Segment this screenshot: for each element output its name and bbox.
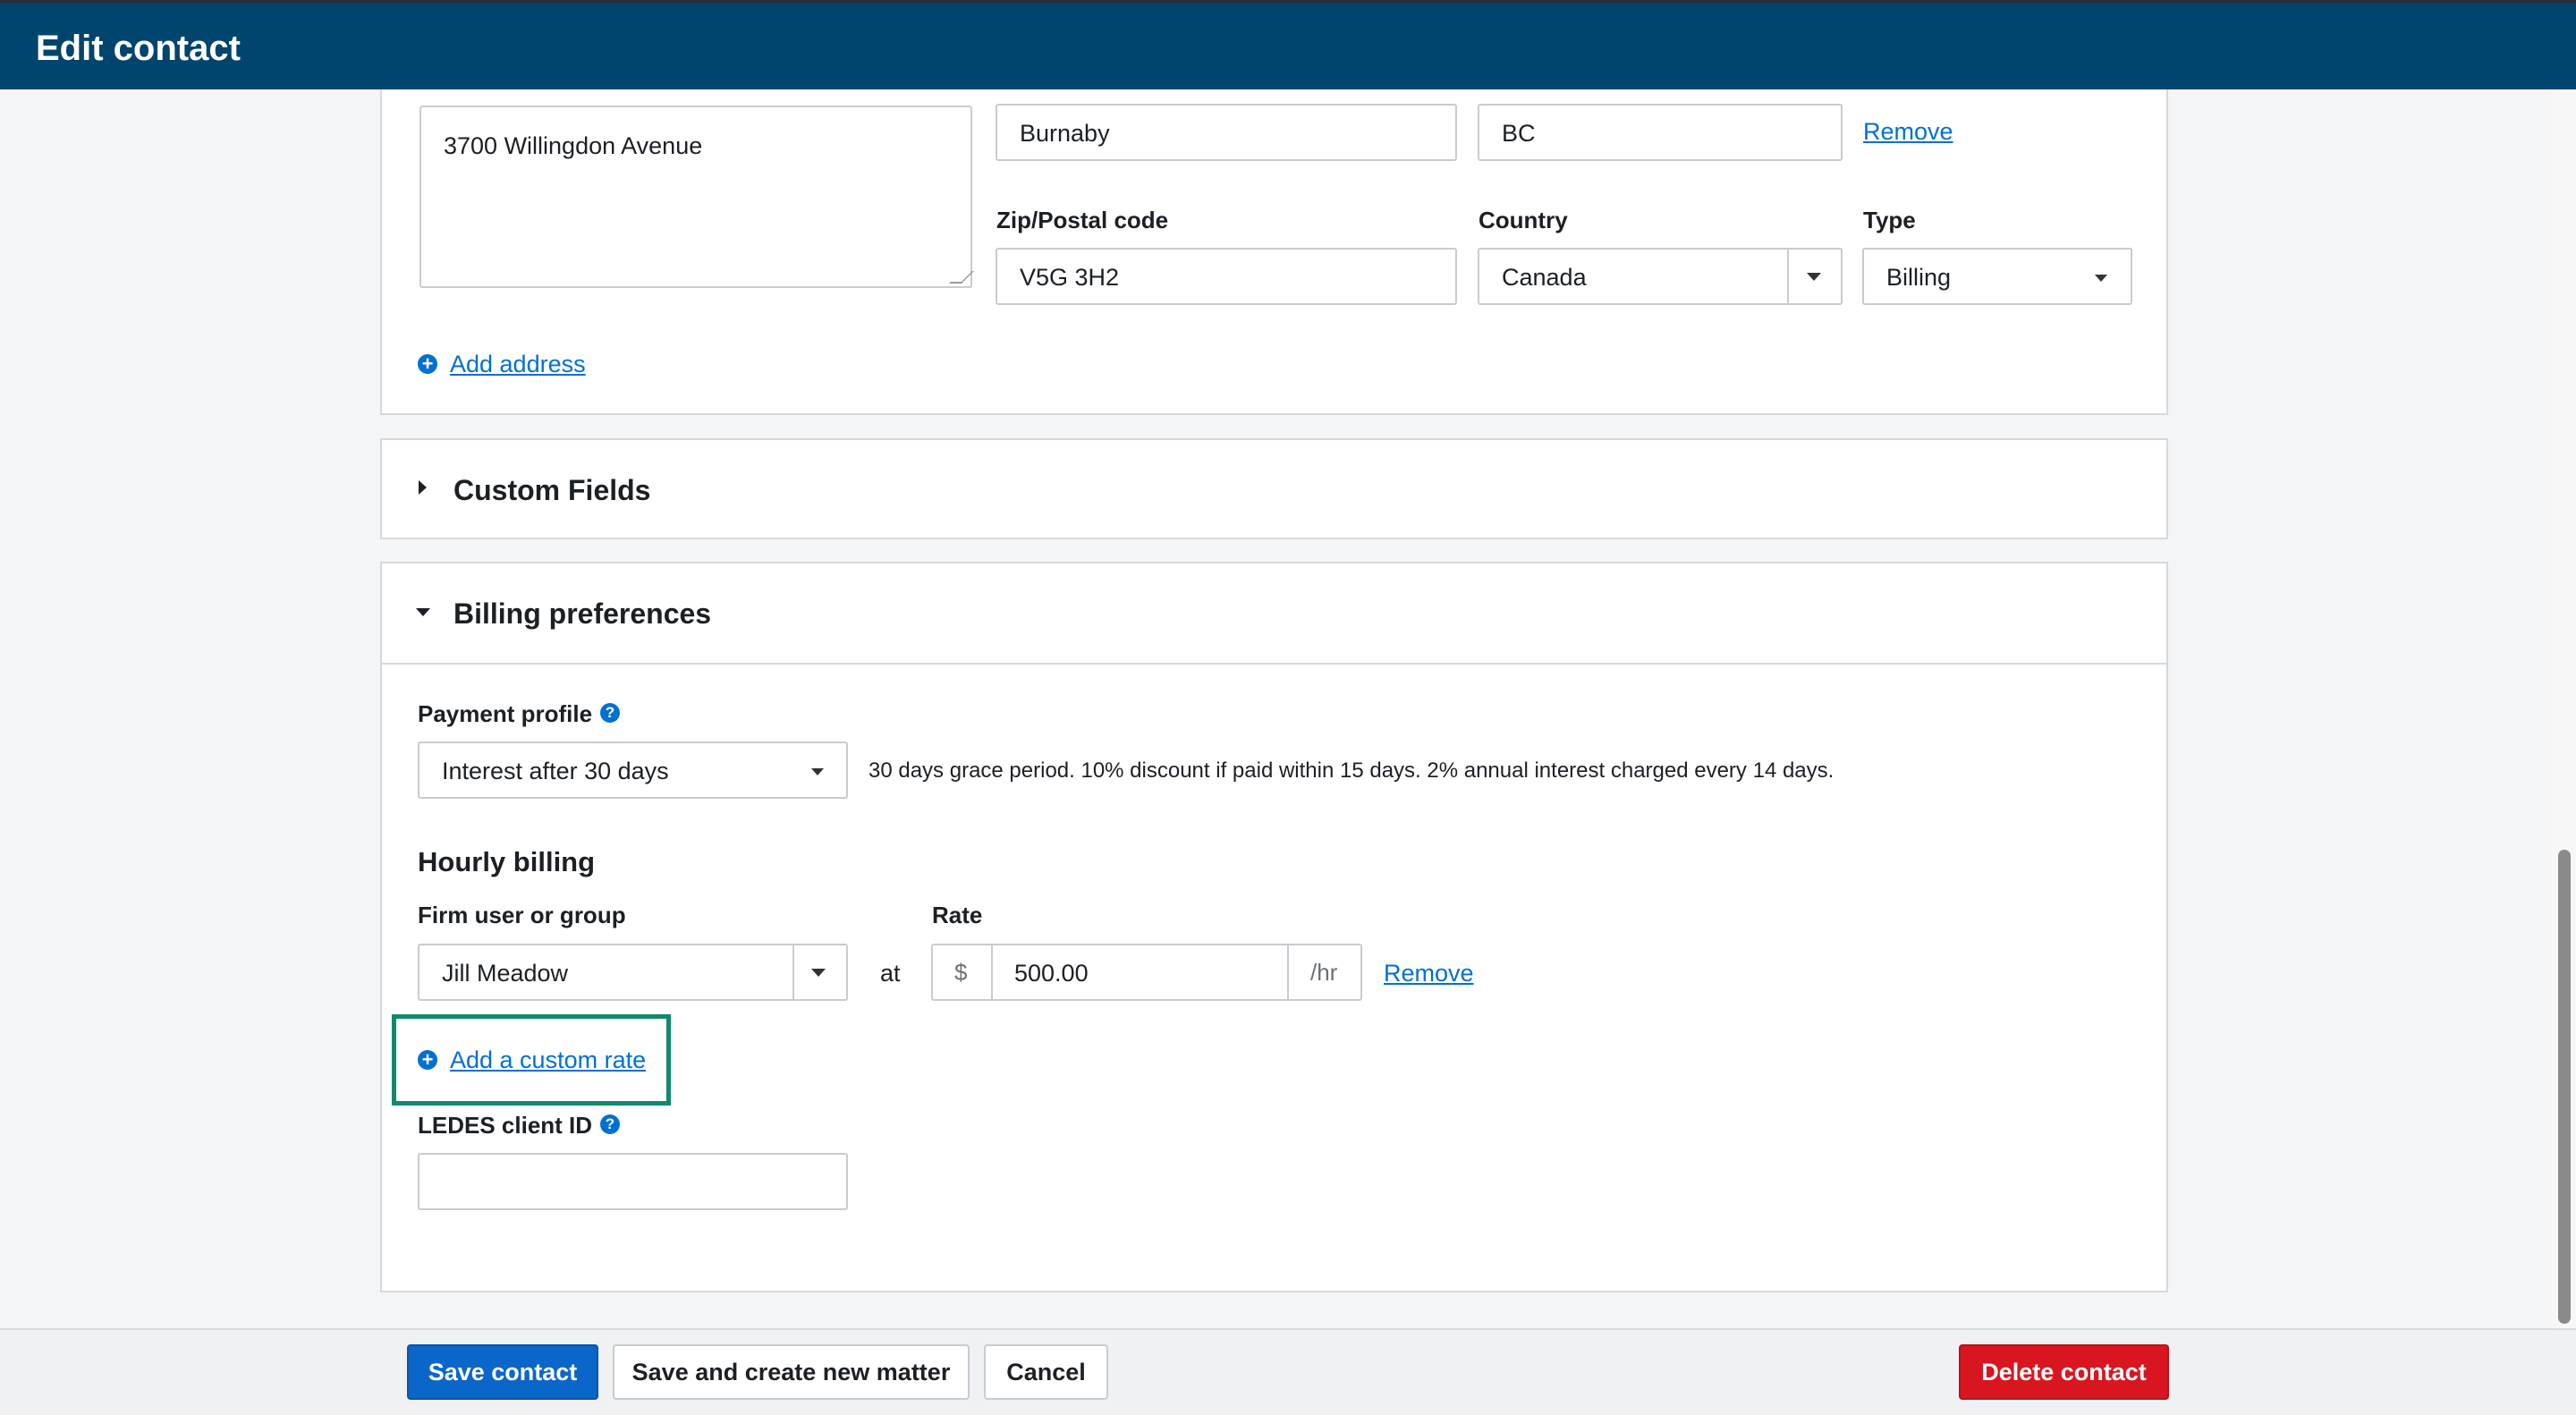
- firm-user-label: Firm user or group: [418, 902, 626, 928]
- currency-symbol: $: [954, 959, 968, 986]
- remove-address-link[interactable]: Remove: [1863, 118, 1953, 146]
- header-bar: Edit contact: [0, 0, 2576, 89]
- scrollbar-thumb[interactable]: [2558, 850, 2571, 1324]
- custom-fields-title[interactable]: Custom Fields: [453, 474, 650, 507]
- province-value: BC: [1502, 120, 1536, 147]
- rate-value[interactable]: 500.00: [1014, 960, 1089, 987]
- street-address-value: 3700 Willingdon Avenue: [444, 132, 703, 159]
- city-field[interactable]: Burnaby: [996, 104, 1457, 161]
- add-address-link[interactable]: Add address: [450, 351, 586, 378]
- unit-divider: [1287, 945, 1289, 999]
- street-address-textarea[interactable]: 3700 Willingdon Avenue: [419, 106, 974, 288]
- type-value: Billing: [1886, 264, 1952, 291]
- firm-user-select-divider: [792, 945, 794, 999]
- rate-label: Rate: [932, 902, 983, 928]
- custom-fields-panel[interactable]: Custom Fields: [380, 438, 2168, 539]
- help-icon[interactable]: ?: [600, 1114, 620, 1134]
- country-label: Country: [1479, 207, 1568, 233]
- at-label: at: [880, 960, 901, 987]
- rate-input-group[interactable]: $ 500.00 /hr: [931, 944, 1362, 1001]
- country-select-divider: [1787, 250, 1789, 303]
- zip-field[interactable]: V5G 3H2: [996, 248, 1457, 305]
- chevron-down-icon: [811, 768, 824, 775]
- save-contact-button[interactable]: Save contact: [407, 1344, 598, 1400]
- highlight-box: [392, 1014, 671, 1106]
- payment-profile-description: 30 days grace period. 10% discount if pa…: [869, 758, 1835, 783]
- delete-contact-button[interactable]: Delete contact: [1959, 1344, 2169, 1400]
- payment-profile-value: Interest after 30 days: [442, 758, 669, 784]
- chevron-down-icon: [1807, 273, 1821, 281]
- firm-user-select[interactable]: Jill Meadow: [418, 944, 848, 1001]
- ledes-label: LEDES client ID: [418, 1112, 593, 1139]
- cancel-button[interactable]: Cancel: [984, 1344, 1108, 1400]
- zip-value: V5G 3H2: [1020, 264, 1120, 291]
- chevron-down-icon: [2095, 275, 2107, 282]
- type-select[interactable]: Billing: [1862, 248, 2132, 305]
- rate-unit: /hr: [1310, 959, 1338, 986]
- country-select[interactable]: Canada: [1478, 248, 1843, 305]
- hourly-billing-heading: Hourly billing: [418, 846, 596, 877]
- zip-label: Zip/Postal code: [996, 207, 1169, 233]
- add-circle-icon[interactable]: +: [418, 354, 437, 374]
- type-label: Type: [1863, 207, 1916, 233]
- ledes-client-id-input[interactable]: [418, 1153, 848, 1210]
- firm-user-value: Jill Meadow: [442, 960, 569, 987]
- currency-divider: [991, 945, 993, 999]
- section-divider: [382, 663, 2166, 665]
- footer-bar: [0, 1328, 2576, 1415]
- province-field[interactable]: BC: [1478, 104, 1843, 161]
- city-value: Burnaby: [1020, 120, 1110, 147]
- country-value: Canada: [1502, 264, 1587, 291]
- resize-handle-icon[interactable]: [949, 271, 974, 284]
- chevron-down-icon: [811, 969, 826, 977]
- save-and-create-matter-button[interactable]: Save and create new matter: [613, 1344, 970, 1400]
- page-title: Edit contact: [36, 29, 241, 68]
- caret-right-icon: [419, 480, 427, 495]
- payment-profile-label: Payment profile: [418, 700, 593, 727]
- payment-profile-select[interactable]: Interest after 30 days: [418, 741, 848, 799]
- help-icon[interactable]: ?: [600, 703, 620, 723]
- billing-preferences-title[interactable]: Billing preferences: [453, 597, 711, 631]
- remove-rate-link[interactable]: Remove: [1384, 960, 1474, 987]
- caret-down-icon: [416, 608, 430, 616]
